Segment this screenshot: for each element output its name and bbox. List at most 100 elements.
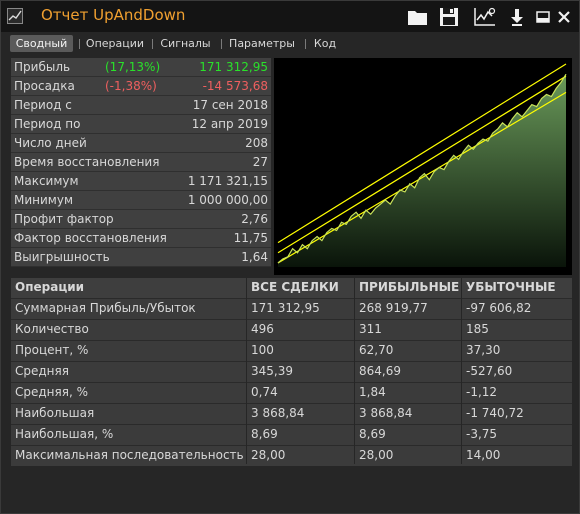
stat-value: 17 сен 2018 xyxy=(192,98,268,112)
window-title: Отчет UpAndDown xyxy=(41,6,186,24)
report-window: Отчет UpAndDown Сводный Операции Сигналы… xyxy=(0,0,580,514)
stat-value: 2,76 xyxy=(241,212,268,226)
row-label: Средняя, % xyxy=(15,385,88,399)
column-header-losing: УБЫТОЧНЫЕ xyxy=(466,280,556,294)
table-cell: 496 xyxy=(251,322,274,336)
table-cell: 0,74 xyxy=(251,385,278,399)
table-cell: 8,69 xyxy=(359,427,386,441)
stat-label: Просадка xyxy=(14,79,75,93)
table-row: Максимальная последовательность 28,00 28,0… xyxy=(11,445,572,466)
stat-label: Фактор восстановления xyxy=(14,231,167,245)
title-bar: Отчет UpAndDown xyxy=(1,1,579,32)
table-row: Количество 496 311 185 xyxy=(11,319,572,340)
table-cell: 100 xyxy=(251,343,274,357)
tab-code[interactable]: Код xyxy=(309,35,341,52)
stat-row: Период по 12 апр 2019 xyxy=(11,115,271,134)
stat-value: 171 312,95 xyxy=(199,60,268,74)
download-icon[interactable] xyxy=(509,7,525,27)
table-cell: -1,12 xyxy=(466,385,498,399)
table-cell: 345,39 xyxy=(251,364,293,378)
stat-row: Выигрышность 1,64 xyxy=(11,248,271,267)
stat-label: Число дней xyxy=(14,136,87,150)
folder-icon[interactable] xyxy=(407,7,429,27)
stat-row: Время восстановления 27 xyxy=(11,153,271,172)
tab-bar: Сводный Операции Сигналы Параметры Код xyxy=(7,35,573,53)
stat-label: Минимум xyxy=(14,193,74,207)
stat-row: Максимум 1 171 321,15 xyxy=(11,172,271,191)
row-label: Средняя xyxy=(15,364,69,378)
table-cell: -97 606,82 xyxy=(466,301,532,315)
table-cell: 864,69 xyxy=(359,364,401,378)
summary-stats-panel: Прибыль (17,13%) 171 312,95 Просадка (-1,38%… xyxy=(11,58,271,267)
row-label: Количество xyxy=(15,322,89,336)
stat-value: 27 xyxy=(252,155,268,169)
table-cell: -1 740,72 xyxy=(466,406,524,420)
stat-row: Минимум 1 000 000,00 xyxy=(11,191,271,210)
stat-row: Число дней 208 xyxy=(11,134,271,153)
column-header-operations: Операции xyxy=(15,280,85,294)
table-cell: -3,75 xyxy=(466,427,498,441)
stat-value: 1 171 321,15 xyxy=(187,174,268,188)
tab-parameters[interactable]: Параметры xyxy=(225,35,299,52)
minimize-icon[interactable] xyxy=(536,7,550,27)
column-divider xyxy=(354,278,355,464)
tab-separator xyxy=(79,39,80,49)
operations-table: Операции ВСЕ СДЕЛКИ ПРИБЫЛЬНЫЕ УБЫТОЧНЫЕ… xyxy=(11,278,572,466)
table-cell: 171 312,95 xyxy=(251,301,320,315)
tab-signals[interactable]: Сигналы xyxy=(156,35,215,52)
tab-summary[interactable]: Сводный xyxy=(10,35,73,52)
stat-value: 208 xyxy=(245,136,268,150)
chart-settings-icon[interactable] xyxy=(473,7,497,27)
equity-chart xyxy=(274,58,572,275)
stat-row: Прибыль (17,13%) 171 312,95 xyxy=(11,58,271,77)
table-cell: 14,00 xyxy=(466,448,501,462)
row-label: Суммарная Прибыль/Убыток xyxy=(15,301,196,315)
table-header-row: Операции ВСЕ СДЕЛКИ ПРИБЫЛЬНЫЕ УБЫТОЧНЫЕ xyxy=(11,278,572,298)
column-header-all-trades: ВСЕ СДЕЛКИ xyxy=(251,280,339,294)
column-divider xyxy=(246,278,247,464)
save-icon[interactable] xyxy=(439,7,459,27)
table-cell: 185 xyxy=(466,322,489,336)
stat-label: Профит фактор xyxy=(14,212,114,226)
table-row: Наибольшая 3 868,84 3 868,84 -1 740,72 xyxy=(11,403,572,424)
stat-value: 12 апр 2019 xyxy=(191,117,268,131)
tab-operations[interactable]: Операции xyxy=(83,35,147,52)
tab-separator xyxy=(152,39,153,49)
stat-value: -14 573,68 xyxy=(202,79,268,93)
table-cell: 37,30 xyxy=(466,343,501,357)
row-label: Максимальная последовательность xyxy=(15,448,244,462)
stat-row: Период с 17 сен 2018 xyxy=(11,96,271,115)
tab-separator xyxy=(221,39,222,49)
table-row: Наибольшая, % 8,69 8,69 -3,75 xyxy=(11,424,572,445)
tab-separator xyxy=(305,39,306,49)
table-cell: 3 868,84 xyxy=(359,406,413,420)
stat-label: Период с xyxy=(14,98,72,112)
row-label: Процент, % xyxy=(15,343,89,357)
stat-label: Время восстановления xyxy=(14,155,160,169)
stat-row: Просадка (-1,38%) -14 573,68 xyxy=(11,77,271,96)
table-cell: 62,70 xyxy=(359,343,394,357)
stat-label: Период по xyxy=(14,117,81,131)
column-divider xyxy=(461,278,462,464)
table-cell: 28,00 xyxy=(359,448,394,462)
stat-label: Прибыль xyxy=(14,60,71,74)
app-chart-icon xyxy=(7,8,23,24)
table-cell: 3 868,84 xyxy=(251,406,305,420)
stat-value: 11,75 xyxy=(233,231,268,245)
table-cell: 311 xyxy=(359,322,382,336)
row-label: Наибольшая, % xyxy=(15,427,114,441)
stat-row: Фактор восстановления 11,75 xyxy=(11,229,271,248)
table-row: Средняя 345,39 864,69 -527,60 xyxy=(11,361,572,382)
column-header-profitable: ПРИБЫЛЬНЫЕ xyxy=(359,280,460,294)
stat-percent: (-1,38%) xyxy=(105,79,157,93)
stat-value: 1 000 000,00 xyxy=(187,193,268,207)
close-icon[interactable] xyxy=(557,7,571,27)
table-cell: -527,60 xyxy=(466,364,513,378)
table-cell: 8,69 xyxy=(251,427,278,441)
stat-row: Профит фактор 2,76 xyxy=(11,210,271,229)
table-cell: 28,00 xyxy=(251,448,286,462)
stat-percent: (17,13%) xyxy=(105,60,161,74)
table-row: Суммарная Прибыль/Убыток 171 312,95 268 91… xyxy=(11,298,572,319)
stat-label: Выигрышность xyxy=(14,250,110,264)
table-row: Средняя, % 0,74 1,84 -1,12 xyxy=(11,382,572,403)
